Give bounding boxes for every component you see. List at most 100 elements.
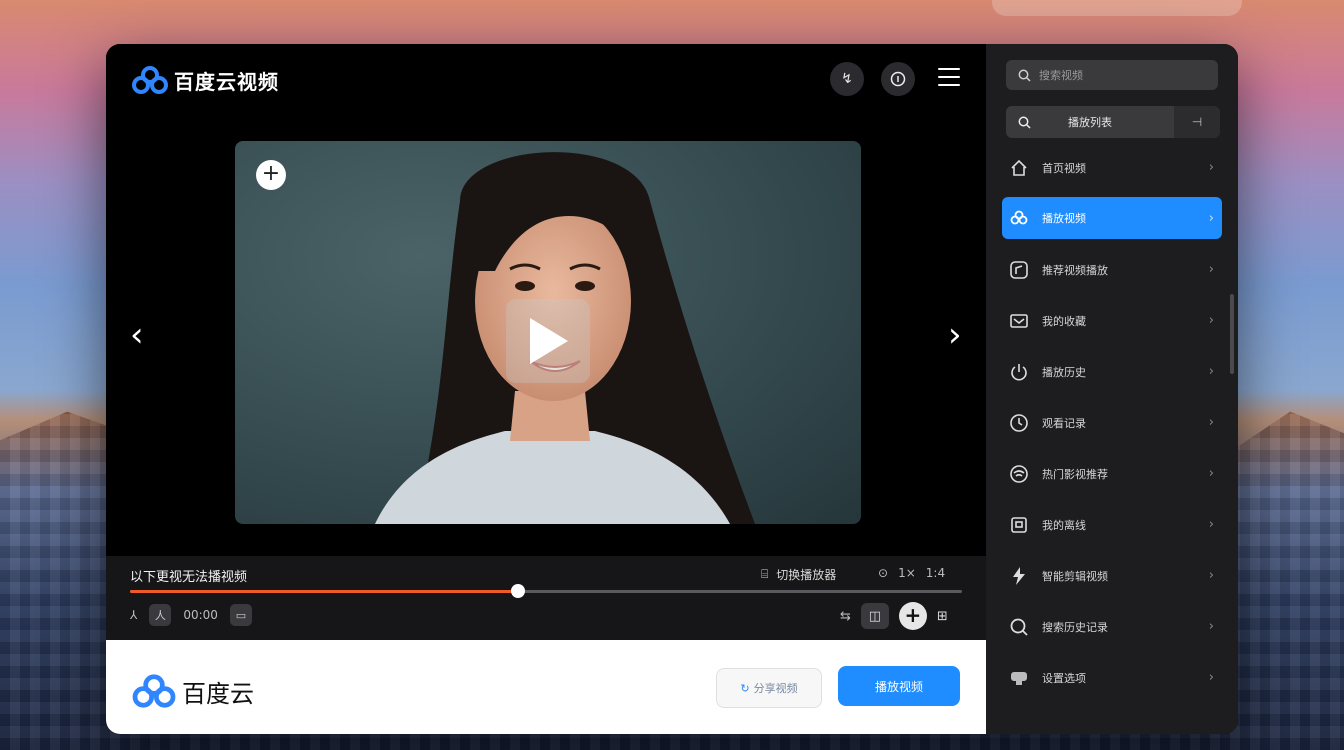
- sidebar-item-3[interactable]: 推荐视频播放 ›: [1002, 244, 1222, 295]
- bolt-icon: [1008, 565, 1030, 587]
- time-label: 1:4: [925, 566, 946, 580]
- menubar-pill: [992, 0, 1242, 16]
- app-window: 百度云视频 ↯ ‹ › + 以下更视无法播视频 ⌸ 切换播放器 ⊙ 1× 1:4…: [106, 44, 1238, 734]
- segment-label: 播放列表: [1068, 116, 1112, 129]
- fullscreen-icon[interactable]: ⊞: [937, 609, 948, 624]
- now-playing-title: 以下更视无法播视频: [130, 570, 248, 585]
- chevron-right-icon: ›: [1208, 466, 1214, 481]
- refresh-icon: ↻: [740, 681, 750, 695]
- chevron-right-icon: ›: [1208, 160, 1214, 175]
- user-icon[interactable]: 人: [149, 604, 172, 626]
- progress-knob[interactable]: [510, 584, 525, 598]
- sidebar-item-9[interactable]: 智能剪辑视频 ›: [1002, 550, 1222, 601]
- segment-control: 播放列表 ⊣: [1006, 106, 1220, 138]
- sidebar-item-10[interactable]: 搜索历史记录 ›: [1002, 601, 1222, 652]
- progress-track[interactable]: [130, 584, 962, 598]
- info-button[interactable]: [881, 62, 915, 96]
- share-icon: ↯: [841, 71, 853, 87]
- chevron-right-icon: ›: [1208, 568, 1214, 583]
- sidebar-item-label: 设置选项: [1042, 671, 1086, 685]
- loop-icon[interactable]: ⇆: [840, 609, 851, 624]
- footer-brand: 百度云: [132, 672, 254, 710]
- scrollbar[interactable]: [1230, 294, 1234, 374]
- subtitle-icon[interactable]: ▭: [229, 604, 252, 626]
- sidebar-item-label: 播放历史: [1042, 365, 1086, 379]
- cloud-icon: [1008, 207, 1030, 229]
- progress-fill: [130, 590, 518, 593]
- chevron-right-icon: ›: [1208, 517, 1214, 532]
- status-icon[interactable]: ⊙: [878, 566, 888, 580]
- time-display: 00:00: [183, 608, 218, 622]
- wifi-icon: [1008, 463, 1030, 485]
- chevron-right-icon: ›: [1208, 670, 1214, 685]
- info-icon: [890, 71, 906, 87]
- segment-side-button[interactable]: ⊣: [1174, 106, 1220, 138]
- sidebar-nav: 首页视频 › 播放视频 › 推荐视频播放 › 我的收藏 › 播放历史 › 观看记录 › 热门影视推荐 › 我…: [1002, 142, 1222, 703]
- sidebar-item-6[interactable]: 观看记录 ›: [1002, 397, 1222, 448]
- chevron-right-icon: ›: [1208, 313, 1214, 328]
- sidebar-item-2[interactable]: 播放视频 ›: [1002, 197, 1222, 239]
- search-icon: [1008, 616, 1030, 638]
- play-button[interactable]: [506, 299, 590, 383]
- footer-brand-name: 百度云: [182, 679, 254, 708]
- playback-status: ⊙ 1× 1:4: [878, 566, 945, 580]
- sidebar-item-label: 播放视频: [1042, 212, 1086, 225]
- switch-label: 切换播放器: [776, 568, 837, 582]
- play-icon: [530, 318, 568, 364]
- search-input[interactable]: 搜索视频: [1006, 60, 1218, 90]
- switch-icon: ⌸: [761, 567, 769, 581]
- player-pane: 百度云视频 ↯ ‹ › + 以下更视无法播视频 ⌸ 切换播放器 ⊙ 1× 1:4…: [106, 44, 986, 734]
- sidebar-item-8[interactable]: 我的离线 ›: [1002, 499, 1222, 550]
- sidebar-item-label: 我的离线: [1042, 518, 1086, 532]
- pip-icon[interactable]: ◫: [860, 603, 889, 629]
- switch-player-control[interactable]: ⌸ 切换播放器: [761, 566, 836, 583]
- mail-icon: [1008, 310, 1030, 332]
- segment-playlist[interactable]: 播放列表: [1006, 106, 1174, 138]
- sidebar-item-label: 推荐视频播放: [1042, 263, 1108, 277]
- sidebar-item-1[interactable]: 首页视频 ›: [1002, 142, 1222, 193]
- chevron-right-icon: ›: [1208, 619, 1214, 634]
- sidebar-item-11[interactable]: 设置选项 ›: [1002, 652, 1222, 703]
- control-bar: 以下更视无法播视频 ⌸ 切换播放器 ⊙ 1× 1:4 ⅄ 人 00:00 ▭ ⇆…: [106, 556, 986, 640]
- next-arrow-icon[interactable]: ›: [948, 318, 962, 352]
- sidebar-item-label: 智能剪辑视频: [1042, 569, 1108, 583]
- chevron-right-icon: ›: [1208, 364, 1214, 379]
- footer-bar: 百度云 ↻ 分享视频 播放视频: [106, 640, 986, 734]
- sidebar-item-label: 搜索历史记录: [1042, 620, 1108, 634]
- brand[interactable]: 百度云视频: [132, 64, 279, 96]
- right-controls: ⇆ ◫ + ⊞: [840, 602, 948, 630]
- share-video-button[interactable]: ↻ 分享视频: [716, 668, 822, 708]
- music-icon: [1008, 259, 1030, 281]
- volume-icon[interactable]: ⅄: [130, 608, 137, 622]
- search-placeholder: 搜索视频: [1039, 69, 1083, 82]
- video-frame[interactable]: +: [235, 141, 861, 524]
- speed-label[interactable]: 1×: [898, 566, 916, 580]
- box-icon: [1008, 514, 1030, 536]
- sidebar-item-label: 我的收藏: [1042, 314, 1086, 328]
- menu-icon[interactable]: [938, 68, 960, 86]
- cloud-logo-icon: [132, 66, 168, 94]
- chevron-right-icon: ›: [1208, 262, 1214, 277]
- share-button[interactable]: ↯: [830, 62, 864, 96]
- chevron-right-icon: ›: [1208, 210, 1214, 226]
- sidebar-item-4[interactable]: 我的收藏 ›: [1002, 295, 1222, 346]
- play-video-button[interactable]: 播放视频: [838, 666, 960, 706]
- add-to-list-icon[interactable]: +: [898, 602, 927, 630]
- sidebar-item-label: 热门影视推荐: [1042, 467, 1108, 481]
- sidebar-item-7[interactable]: 热门影视推荐 ›: [1002, 448, 1222, 499]
- left-controls: ⅄ 人 00:00 ▭: [130, 604, 252, 626]
- sidebar-item-label: 首页视频: [1042, 161, 1086, 175]
- share-video-label: 分享视频: [753, 682, 798, 695]
- chat-icon: [1008, 667, 1030, 689]
- home-icon: [1008, 157, 1030, 179]
- search-icon: [1018, 116, 1031, 129]
- sidebar-item-label: 观看记录: [1042, 416, 1086, 430]
- sidebar-item-5[interactable]: 播放历史 ›: [1002, 346, 1222, 397]
- power-icon: [1008, 361, 1030, 383]
- prev-arrow-icon[interactable]: ‹: [130, 318, 144, 352]
- cloud-logo-icon: [132, 674, 176, 708]
- app-title: 百度云视频: [174, 69, 279, 94]
- chevron-right-icon: ›: [1208, 415, 1214, 430]
- sidebar: 搜索视频 播放列表 ⊣ 首页视频 › 播放视频 › 推荐视频播放 › 我的收藏 › 播放历史 › 观…: [986, 44, 1238, 734]
- add-icon[interactable]: +: [256, 160, 286, 190]
